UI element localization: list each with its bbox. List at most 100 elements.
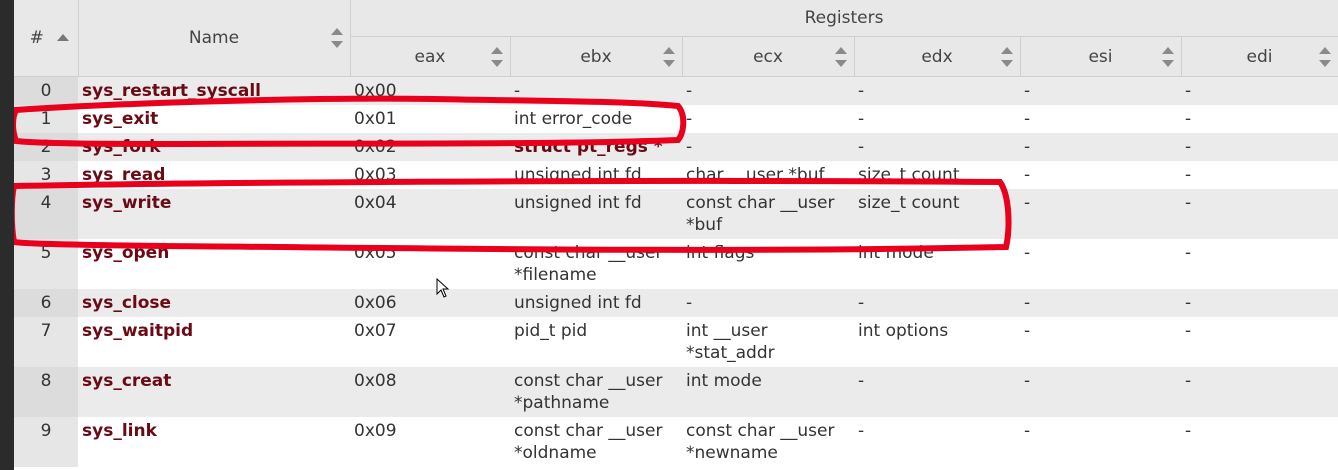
cell-edx: int options	[854, 317, 1020, 367]
cell-edi: -	[1181, 289, 1338, 317]
cell-ebx: int error_code	[510, 105, 682, 133]
cell-edi: -	[1181, 133, 1338, 161]
column-header-eax[interactable]: eax	[350, 36, 511, 77]
cell-esi: -	[1020, 161, 1181, 189]
column-header-name[interactable]: Name	[78, 0, 351, 77]
cell-ebx: -	[510, 76, 682, 105]
cell-ebx: unsigned int fd	[510, 161, 682, 189]
cell-name: sys_read	[78, 161, 350, 189]
cell-esi: -	[1020, 367, 1181, 417]
column-header-edx[interactable]: edx	[854, 36, 1021, 77]
cell-ebx: const char __user *pathname	[510, 367, 682, 417]
cell-ecx: char __user *buf	[682, 161, 854, 189]
mouse-cursor-icon	[436, 278, 450, 298]
sort-toggle-icon[interactable]	[662, 46, 676, 68]
cell-edi: -	[1181, 105, 1338, 133]
column-header-esi[interactable]: esi	[1020, 36, 1182, 77]
column-header-edx-label: edx	[921, 46, 953, 67]
cell-ebx: pid_t pid	[510, 317, 682, 367]
cell-edx: -	[854, 133, 1020, 161]
cell-edx: size_t count	[854, 189, 1020, 239]
cell-edx: -	[854, 289, 1020, 317]
column-group-registers: Registers	[350, 0, 1338, 37]
table-row[interactable]: 1 sys_exit 0x01 int error_code - - - -	[14, 105, 1338, 133]
cell-num: 6	[14, 289, 78, 317]
cell-eax: 0x05	[350, 239, 510, 289]
cell-eax: 0x08	[350, 367, 510, 417]
sort-toggle-icon[interactable]	[490, 46, 504, 68]
cell-esi: -	[1020, 76, 1181, 105]
column-group-registers-label: Registers	[804, 8, 884, 28]
cell-eax: 0x02	[350, 133, 510, 161]
cell-edx: -	[854, 105, 1020, 133]
table-row[interactable]: 0 sys_restart_syscall 0x00- - - - -	[14, 76, 1338, 105]
column-header-edi-label: edi	[1246, 46, 1273, 67]
cell-name: sys_creat	[78, 367, 350, 417]
table-row[interactable]: 2 sys_fork 0x02 struct pt_regs * - - - -	[14, 133, 1338, 161]
cell-ecx: const char __user *newname	[682, 417, 854, 467]
column-header-ecx[interactable]: ecx	[682, 36, 855, 77]
cell-esi: -	[1020, 189, 1181, 239]
cell-edx: -	[854, 417, 1020, 467]
table-row[interactable]: 8 sys_creat 0x08 const char __user *pathnam…	[14, 367, 1338, 417]
cell-ecx: int mode	[682, 367, 854, 417]
cell-eax: 0x09	[350, 417, 510, 467]
cell-edi: -	[1181, 317, 1338, 367]
cell-name: sys_open	[78, 239, 350, 289]
cell-name: sys_restart_syscall	[78, 76, 350, 105]
cell-edi: -	[1181, 189, 1338, 239]
cell-ecx: -	[682, 289, 854, 317]
table-row[interactable]: 4 sys_write 0x04 unsigned int fd const char …	[14, 189, 1338, 239]
cell-eax: 0x03	[350, 161, 510, 189]
table-row[interactable]: 3 sys_read 0x03 unsigned int fd char __user …	[14, 161, 1338, 189]
cell-num: 8	[14, 367, 78, 417]
cell-esi: -	[1020, 133, 1181, 161]
cell-num: 9	[14, 417, 78, 467]
sort-ascending-icon[interactable]	[56, 27, 70, 49]
syscall-table: # Name Registers eax ebx ecx edx esi edi 0 sys…	[14, 0, 1338, 467]
cell-ebx: const char __user *filename	[510, 239, 682, 289]
column-header-esi-label: esi	[1088, 46, 1113, 67]
sort-toggle-icon[interactable]	[1318, 46, 1332, 68]
cell-esi: -	[1020, 239, 1181, 289]
cell-name: sys_write	[78, 189, 350, 239]
cell-edi: -	[1181, 417, 1338, 467]
cell-eax: 0x01	[350, 105, 510, 133]
cell-ecx: -	[682, 133, 854, 161]
cell-name: sys_link	[78, 417, 350, 467]
cell-edx: -	[854, 367, 1020, 417]
cell-eax: 0x04	[350, 189, 510, 239]
cell-edx: int mode	[854, 239, 1020, 289]
cell-esi: -	[1020, 317, 1181, 367]
sort-toggle-icon[interactable]	[834, 46, 848, 68]
column-header-number[interactable]: #	[14, 0, 79, 77]
table-row[interactable]: 6 sys_close 0x06 unsigned int fd - - - -	[14, 289, 1338, 317]
column-header-ecx-label: ecx	[753, 46, 783, 67]
cell-ecx: int flags	[682, 239, 854, 289]
column-header-edi[interactable]: edi	[1181, 36, 1338, 77]
column-header-name-label: Name	[188, 28, 240, 48]
cell-num: 2	[14, 133, 78, 161]
cell-edi: -	[1181, 239, 1338, 289]
cell-num: 3	[14, 161, 78, 189]
cell-ebx: const char __user *oldname	[510, 417, 682, 467]
cell-ebx: unsigned int fd	[510, 189, 682, 239]
sort-toggle-icon[interactable]	[1161, 46, 1175, 68]
cell-ecx: const char __user *buf	[682, 189, 854, 239]
cell-eax: 0x00	[350, 76, 510, 105]
column-header-ebx[interactable]: ebx	[510, 36, 683, 77]
cell-num: 7	[14, 317, 78, 367]
sort-toggle-icon[interactable]	[1000, 46, 1014, 68]
cell-ecx: -	[682, 76, 854, 105]
column-header-ebx-label: ebx	[580, 46, 612, 67]
cell-edi: -	[1181, 367, 1338, 417]
cell-num: 4	[14, 189, 78, 239]
table-row[interactable]: 7 sys_waitpid 0x07 pid_t pid int __user *sta…	[14, 317, 1338, 367]
cell-esi: -	[1020, 417, 1181, 467]
cell-esi: -	[1020, 105, 1181, 133]
cell-eax: 0x06	[350, 289, 510, 317]
table-row[interactable]: 9 sys_link 0x09 const char __user *oldname c…	[14, 417, 1338, 467]
cell-edx: -	[854, 76, 1020, 105]
sort-toggle-icon[interactable]	[330, 27, 344, 49]
table-row[interactable]: 5 sys_open 0x05 const char __user *filename…	[14, 239, 1338, 289]
